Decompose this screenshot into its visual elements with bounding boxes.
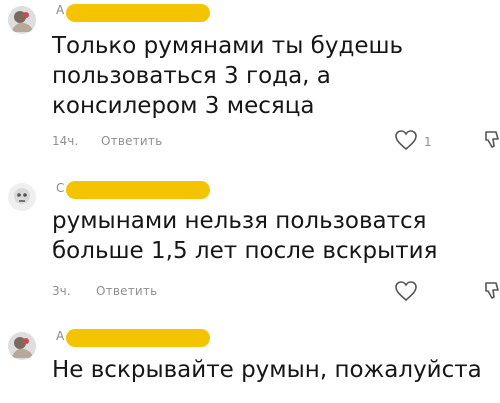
heart-outline-icon[interactable]	[394, 129, 418, 151]
comment-3: А Не вскрывайте румын, пожалуйста	[0, 322, 500, 403]
comment-text-line: Только румянами ты будешь	[52, 33, 404, 59]
like-count: 1	[424, 135, 432, 149]
comment-text-line: пользоваться 3 года, а	[52, 63, 331, 89]
reply-button[interactable]: Ответить	[101, 134, 162, 148]
comment-text-line: консилером 3 месяца	[52, 93, 315, 119]
comment-text: Не вскрывайте румын, пожалуйста	[52, 355, 482, 385]
username-initial[interactable]: А	[56, 3, 64, 17]
comment-text-line: румынами нельзя пользоватся	[52, 208, 427, 234]
username-redaction	[66, 181, 210, 199]
username-initial[interactable]: С	[56, 181, 64, 195]
comment-2: С румынами нельзя пользоватся больше 1,5…	[0, 170, 500, 320]
comment-text: румынами нельзя пользоватся больше 1,5 л…	[52, 206, 437, 266]
comment-text: Только румянами ты будешь пользоваться 3…	[52, 31, 403, 121]
thumb-down-icon[interactable]	[484, 129, 500, 149]
user-avatar[interactable]	[8, 332, 36, 360]
comment-text-line: больше 1,5 лет после вскрытия	[52, 238, 438, 264]
comment-text-line: Не вскрывайте румын, пожалуйста	[52, 357, 482, 383]
comment-time: 3ч.	[52, 284, 71, 298]
comment-time: 14ч.	[52, 134, 79, 148]
username-redaction	[66, 4, 210, 22]
comment-1: А Только румянами ты будешь пользоваться…	[0, 0, 500, 160]
user-avatar[interactable]	[8, 6, 36, 34]
thumb-down-icon[interactable]	[484, 280, 500, 300]
username-initial[interactable]: А	[56, 329, 64, 343]
username-redaction	[66, 329, 210, 347]
heart-outline-icon[interactable]	[394, 280, 418, 302]
reply-button[interactable]: Ответить	[96, 284, 157, 298]
user-avatar[interactable]	[8, 183, 36, 211]
